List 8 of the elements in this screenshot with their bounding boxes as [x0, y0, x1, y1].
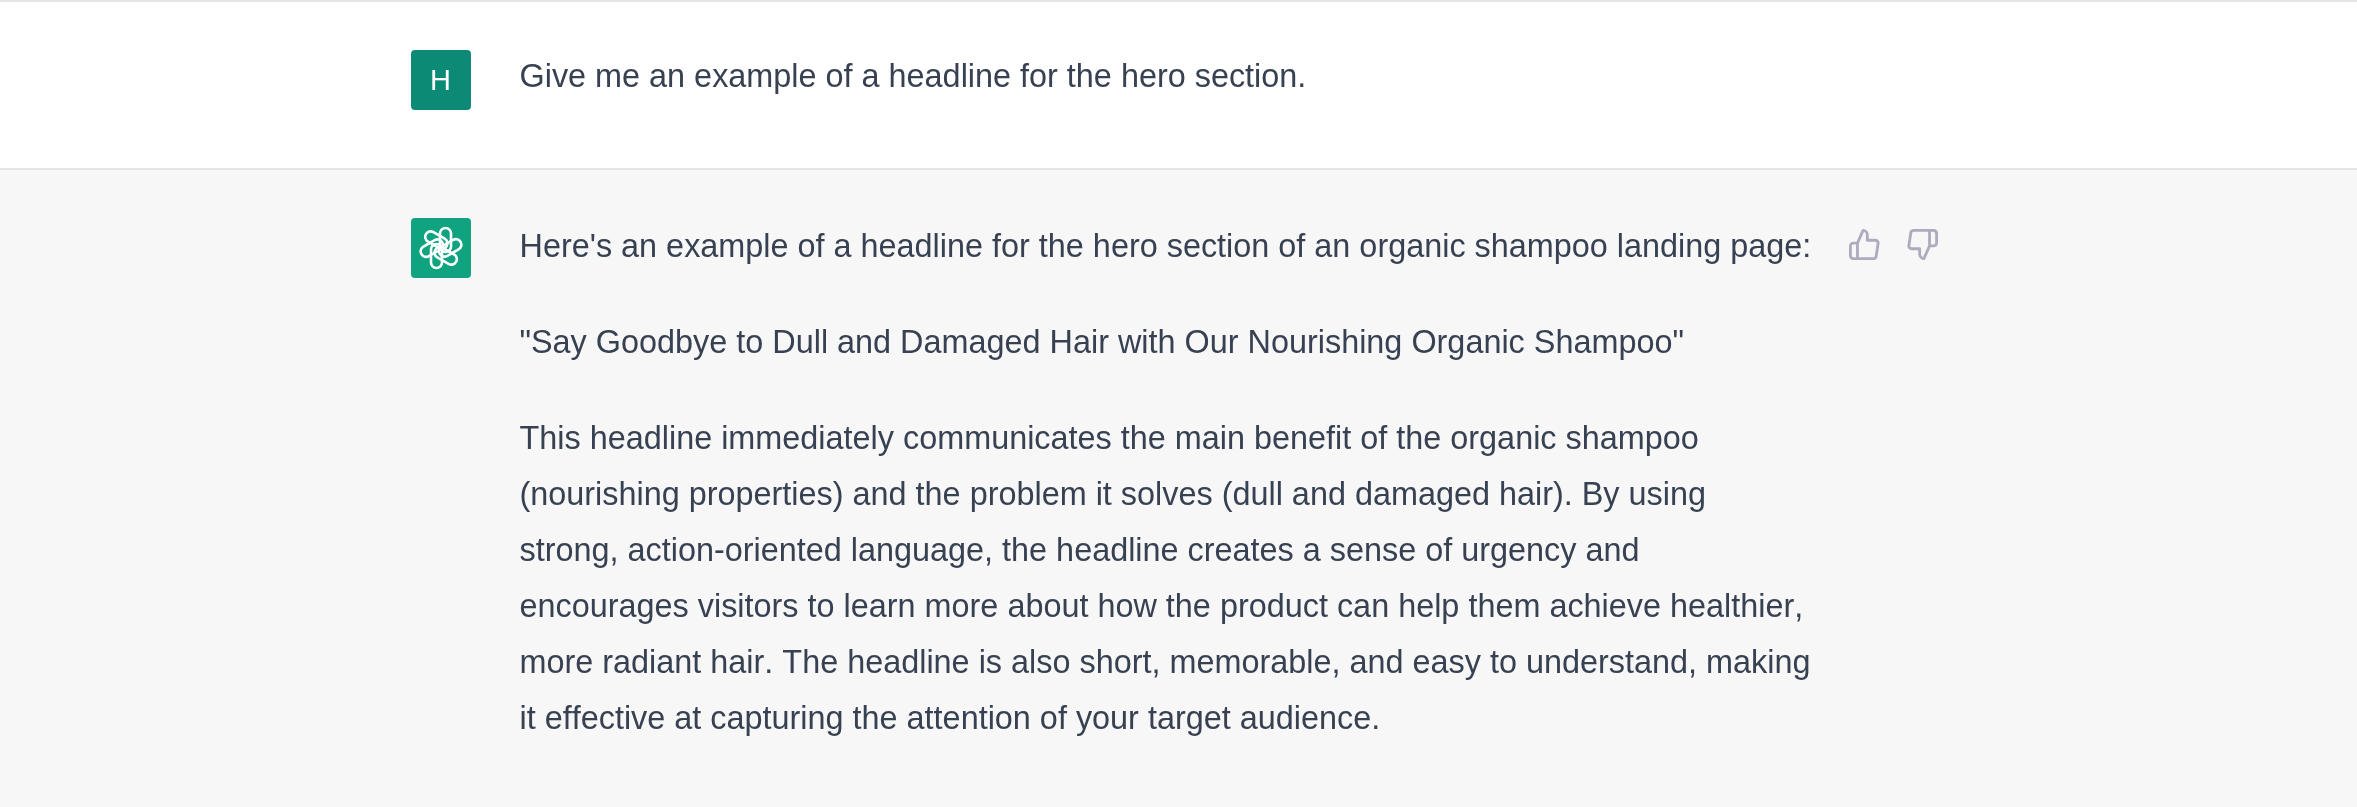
user-avatar: H: [410, 50, 471, 110]
message-text: This headline immediately communicates the main benefit of the organic shampoo (nourishing properties) and the problem it solves (dull and damaged hair). By using strong, action-oriented language, the headline creates a sense of urgency and encourages visitors to learn more about how the product can help them achieve healthier, more radiant hair. The headline is also short, memorable, and easy to understand, making it effective at capturing the attention of your target audience.: [519, 419, 1812, 738]
thumbs-down-icon[interactable]: [1906, 229, 1938, 260]
thumbs-up-icon[interactable]: [1848, 229, 1880, 260]
message-text: "Say Goodbye to Dull and Damaged Hair with Our Nourishing Organic Shampoo": [519, 323, 1685, 362]
logo-icon: [410, 218, 471, 278]
message-text: Give me an example of a headline for the hero section.: [519, 57, 1308, 96]
message-text: Here's an example of a headline for the hero section of an organic shampoo landing page:: [519, 227, 1813, 266]
